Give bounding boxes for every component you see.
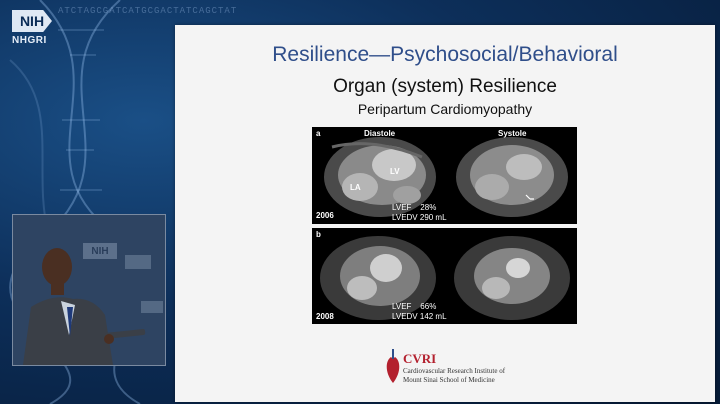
heart-icon bbox=[386, 349, 400, 383]
slide-title: Resilience—Psychosocial/Behavioral bbox=[272, 43, 618, 66]
mri-systole-followup-image bbox=[454, 236, 570, 320]
speaker-video-image bbox=[13, 215, 165, 365]
slide-subtitle: Organ (system) Resilience bbox=[333, 76, 557, 97]
nhgri-label: NHGRI bbox=[12, 35, 47, 46]
systole-header: Systole bbox=[498, 129, 527, 138]
cvri-line1: Cardiovascular Research Institute of bbox=[403, 367, 506, 375]
dna-sequence-text: ATCTAGCGATCATGCGACTATCAGCTAT bbox=[58, 6, 238, 16]
panel-b-tag: b bbox=[316, 230, 321, 239]
cvri-line2: Mount Sinai School of Medicine bbox=[403, 376, 495, 384]
panel-b-lvedv: LVEDV 142 mL bbox=[392, 312, 447, 321]
panel-b-year: 2008 bbox=[316, 312, 334, 321]
cvri-logo: CVRI Cardiovascular Research Institute o… bbox=[383, 347, 533, 392]
speaker-video-feed: NIH bbox=[12, 214, 166, 366]
speaker-backdrop-nih-logo: NIH bbox=[83, 243, 117, 259]
cvri-name: CVRI bbox=[403, 351, 437, 366]
slide-subsubtitle: Peripartum Cardiomyopathy bbox=[357, 101, 533, 117]
la-label: LA bbox=[350, 183, 361, 192]
lv-label: LV bbox=[390, 167, 400, 176]
mri-panel-b: b 2008 LVEF 66% LVEDV 142 mL bbox=[312, 228, 577, 324]
panel-a-tag: a bbox=[316, 129, 321, 138]
panel-a-lvef: LVEF 28% bbox=[392, 203, 437, 212]
mri-systole-image bbox=[456, 137, 568, 217]
presentation-slide: Resilience—Psychosocial/Behavioral Organ… bbox=[175, 25, 715, 402]
panel-a-year: 2006 bbox=[316, 211, 334, 220]
diastole-header: Diastole bbox=[364, 129, 396, 138]
panel-b-lvef: LVEF 66% bbox=[392, 302, 437, 311]
mri-panel-a: a Diastole Systole LV LA 2006 LVEF 28% L… bbox=[312, 127, 577, 224]
panel-a-lvedv: LVEDV 290 mL bbox=[392, 213, 447, 222]
